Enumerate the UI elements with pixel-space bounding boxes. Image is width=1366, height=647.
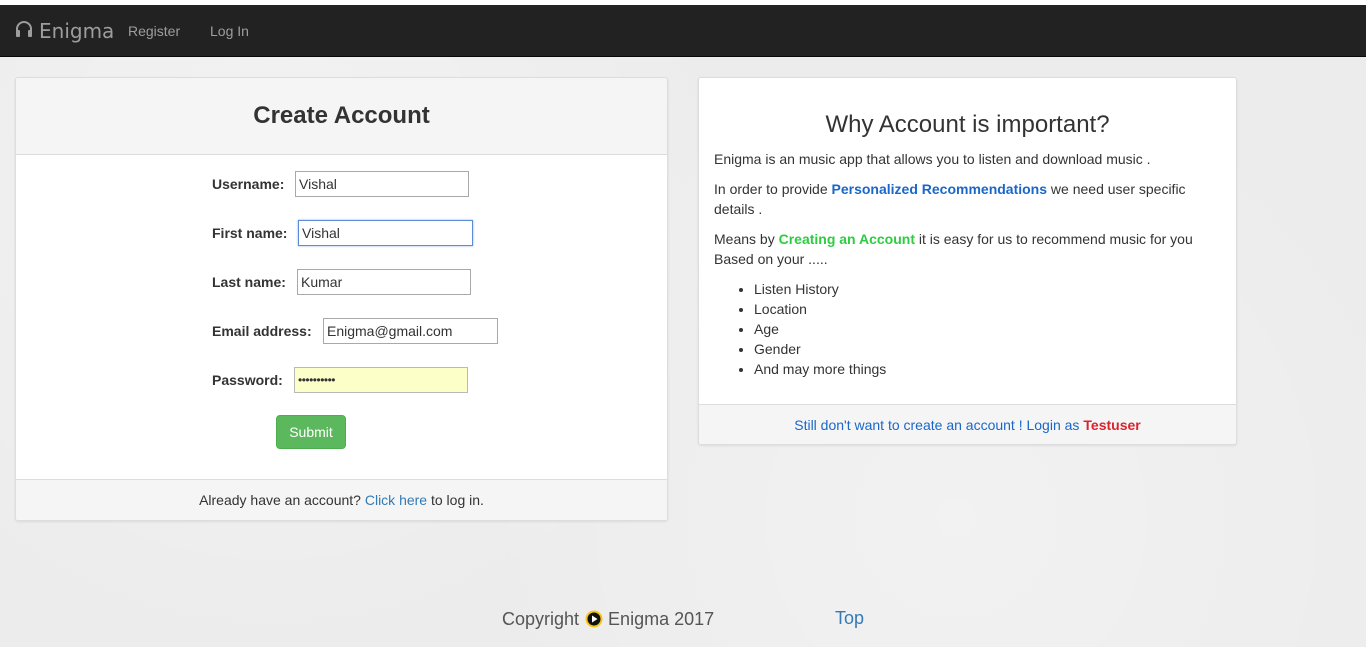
navbar: Enigma Register Log In xyxy=(0,5,1366,57)
last-name-label: Last name: xyxy=(212,274,286,290)
nav-login-link[interactable]: Log In xyxy=(210,23,249,39)
top-link[interactable]: Top xyxy=(835,608,864,629)
list-item: Gender xyxy=(754,339,886,359)
brand-link[interactable]: Enigma xyxy=(14,18,114,44)
nav-register-link[interactable]: Register xyxy=(128,23,180,39)
create-account-title: Create Account xyxy=(16,78,667,155)
first-name-label: First name: xyxy=(212,225,288,241)
test-user-login-link[interactable]: Still don't want to create an account ! … xyxy=(794,417,1079,433)
p2-prefix: In order to provide xyxy=(714,181,828,197)
email-input[interactable] xyxy=(323,318,498,344)
copyright: Copyright Enigma 2017 xyxy=(502,608,714,630)
headphones-icon xyxy=(14,19,39,44)
why-account-panel: Why Account is important? Enigma is an m… xyxy=(698,77,1237,445)
email-label: Email address: xyxy=(212,323,312,339)
list-item: Age xyxy=(754,319,886,339)
list-item: Location xyxy=(754,299,886,319)
account-paragraph: Means by Creating an Account it is easy … xyxy=(714,229,1214,269)
play-logo-icon xyxy=(585,610,603,628)
copyright-prefix: Copyright xyxy=(502,608,580,629)
creating-account-text: Creating an Account xyxy=(778,231,915,247)
list-item: And may more things xyxy=(754,359,886,379)
p3-prefix: Means by xyxy=(714,231,775,247)
recommendations-paragraph: In order to provide Personalized Recomme… xyxy=(714,179,1214,219)
password-input[interactable] xyxy=(294,367,468,393)
username-label: Username: xyxy=(212,176,285,192)
password-label: Password: xyxy=(212,372,283,388)
username-input[interactable] xyxy=(295,171,469,197)
login-prompt-prefix: Already have an account? xyxy=(199,492,361,508)
first-name-input[interactable] xyxy=(298,220,473,246)
testuser-link[interactable]: Testuser xyxy=(1083,417,1140,433)
submit-button[interactable]: Submit xyxy=(276,415,346,449)
copyright-suffix: Enigma 2017 xyxy=(608,608,715,629)
click-here-link[interactable]: Click here xyxy=(365,492,427,508)
login-prompt: Already have an account? Click here to l… xyxy=(16,479,667,520)
intro-paragraph: Enigma is an music app that allows you t… xyxy=(714,151,1151,167)
create-account-panel: Create Account Username: First name: Las… xyxy=(15,77,668,521)
brand-name: Enigma xyxy=(39,19,115,43)
personalized-recommendations-text: Personalized Recommendations xyxy=(831,181,1048,197)
reasons-list: Listen History Location Age Gender And m… xyxy=(714,279,886,379)
last-name-input[interactable] xyxy=(297,269,471,295)
test-user-prompt: Still don't want to create an account ! … xyxy=(699,404,1236,444)
login-prompt-suffix: to log in. xyxy=(430,492,484,508)
list-item: Listen History xyxy=(754,279,886,299)
why-account-title: Why Account is important? xyxy=(825,111,1110,138)
